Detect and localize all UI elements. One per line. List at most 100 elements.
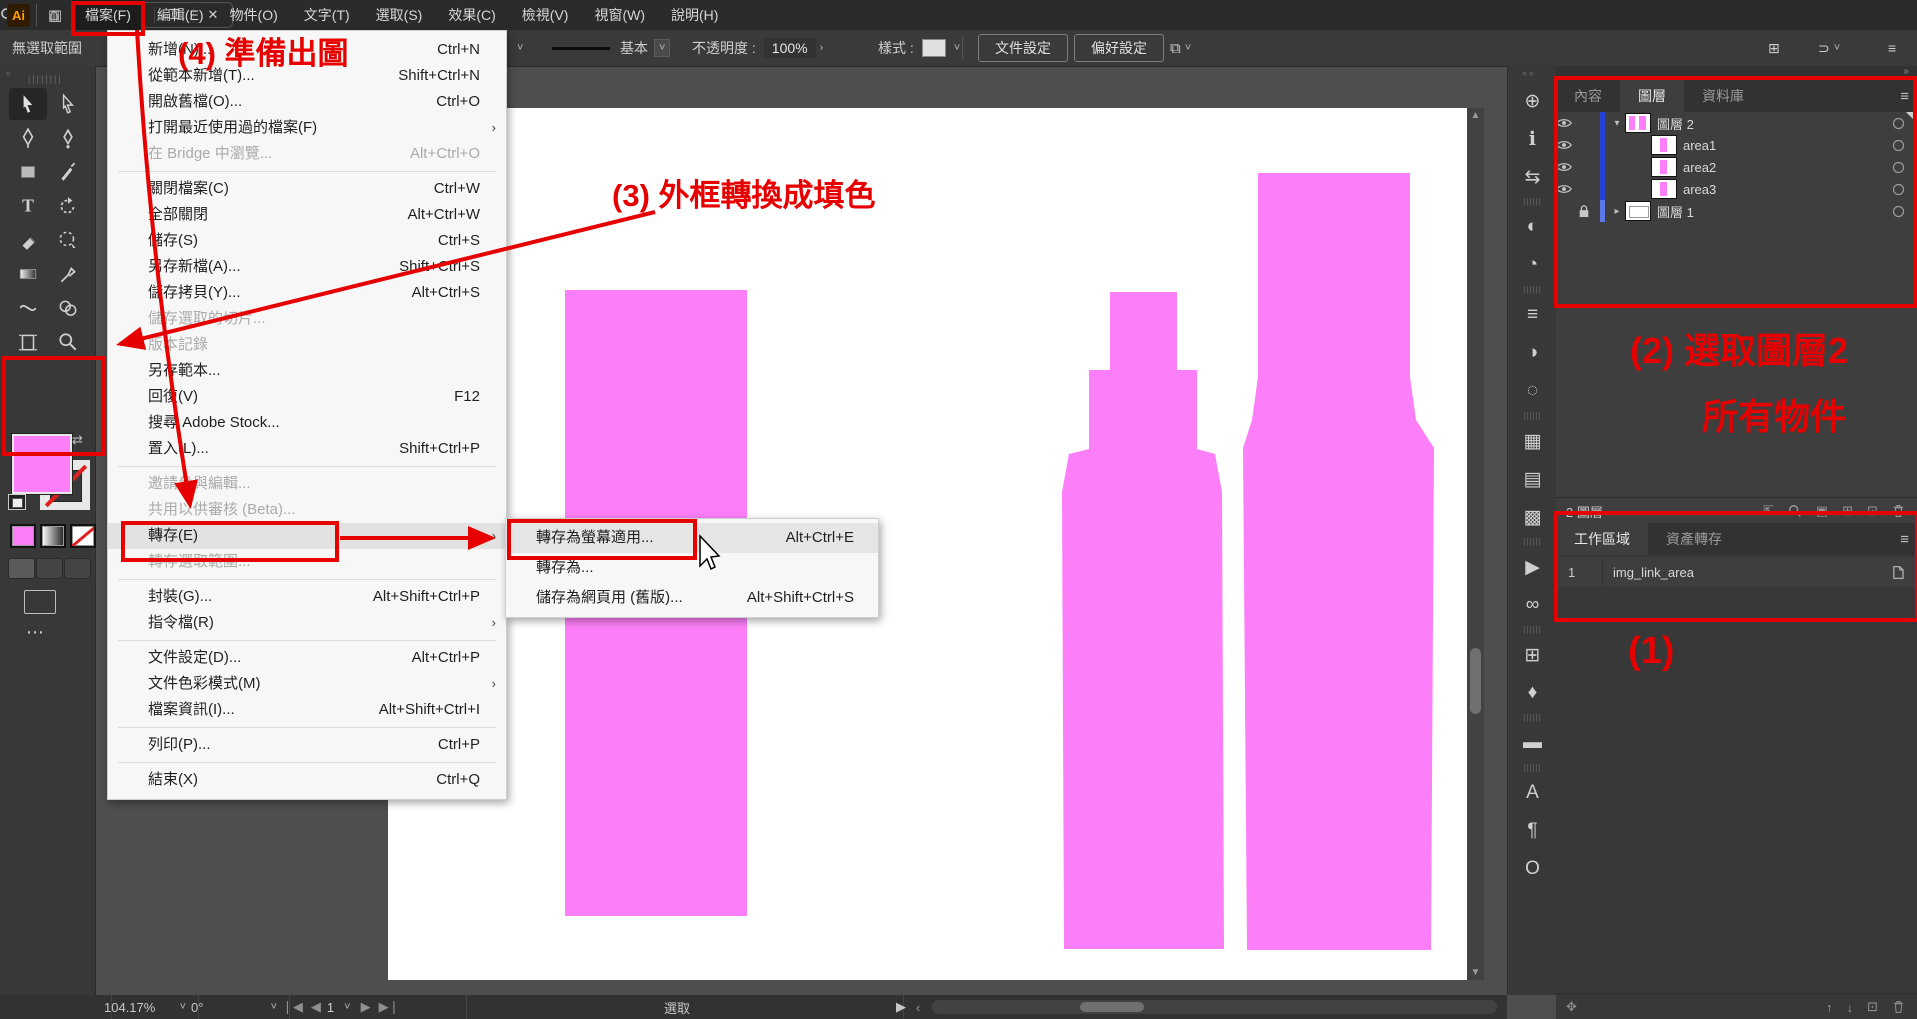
- preferences-button[interactable]: 偏好設定: [1074, 30, 1164, 66]
- delete-layer-icon[interactable]: [1892, 504, 1905, 518]
- artboard-name[interactable]: img_link_area: [1613, 565, 1694, 580]
- visibility-eye-icon[interactable]: [1556, 139, 1578, 151]
- file-menu-item-31[interactable]: 列印(P)...Ctrl+P: [108, 732, 506, 758]
- width-tool[interactable]: [9, 292, 47, 324]
- visibility-eye-icon[interactable]: [1556, 117, 1578, 129]
- layer-name[interactable]: 圖層 1: [1657, 202, 1694, 221]
- file-menu-item-11[interactable]: 儲存拷貝(Y)...Alt+Ctrl+S: [108, 280, 506, 306]
- rotate-tool[interactable]: [49, 190, 87, 222]
- collect-for-export-icon[interactable]: ⇱: [1763, 503, 1774, 519]
- file-menu-item-3[interactable]: 開啟舊檔(O)...Ctrl+O: [108, 89, 506, 115]
- paragraph-icon[interactable]: ¶: [1508, 812, 1557, 850]
- paintbrush-tool[interactable]: [49, 156, 87, 188]
- links-icon[interactable]: ∞: [1508, 586, 1557, 624]
- tab-工作區域[interactable]: 工作區域: [1556, 523, 1648, 555]
- file-menu-item-7[interactable]: 關閉檔案(C)Ctrl+W: [108, 176, 506, 202]
- layer-name[interactable]: area2: [1683, 160, 1716, 175]
- next-artboard-icon[interactable]: ▶: [361, 999, 371, 1015]
- appearance-icon[interactable]: ◌: [1508, 372, 1557, 410]
- file-menu-item-28[interactable]: 文件色彩模式(M)›: [108, 671, 506, 697]
- stroke-style-control[interactable]: 基本 ˅: [552, 30, 670, 66]
- locate-object-icon[interactable]: [1788, 504, 1802, 518]
- file-menu-item-4[interactable]: 打開最近使用過的檔案(F)›: [108, 115, 506, 141]
- menubar-item-4[interactable]: 文字(T): [291, 0, 363, 30]
- pathfinder-icon[interactable]: ▩: [1508, 498, 1557, 536]
- workspace-switcher-icon[interactable]: ⊃˅: [1818, 30, 1844, 66]
- tab-內容[interactable]: 內容: [1556, 80, 1620, 112]
- eyedropper-tool[interactable]: [49, 258, 87, 290]
- vertical-scrollbar[interactable]: ▲ ▼: [1467, 108, 1484, 980]
- move-down-icon[interactable]: ↓: [1847, 1000, 1854, 1015]
- edit-toolbar-icon[interactable]: ⋯: [26, 622, 46, 643]
- chevron-right-icon[interactable]: ›: [816, 42, 828, 54]
- artboard-page-icon[interactable]: [1891, 565, 1905, 580]
- visibility-eye-icon[interactable]: [1556, 161, 1578, 173]
- file-menu-item-8[interactable]: 全部關閉Alt+Ctrl+W: [108, 202, 506, 228]
- default-colors-icon[interactable]: [8, 494, 26, 510]
- file-menu-item-21[interactable]: 轉存(E)›: [108, 523, 506, 549]
- file-menu-item-14[interactable]: 另存範本...: [108, 358, 506, 384]
- vertical-scroll-thumb[interactable]: [1470, 648, 1481, 714]
- file-menu-item-29[interactable]: 檔案資訊(I)...Alt+Shift+Ctrl+I: [108, 697, 506, 723]
- make-clipping-mask-icon[interactable]: ▣: [1816, 503, 1828, 519]
- tab-資產轉存[interactable]: 資產轉存: [1648, 523, 1740, 555]
- menubar-item-5[interactable]: 選取(S): [363, 0, 436, 30]
- hidden-dropdown-chevron[interactable]: ˅: [513, 30, 527, 66]
- style-swatch[interactable]: [922, 39, 946, 57]
- file-menu-item-17[interactable]: 置入(L)...Shift+Ctrl+P: [108, 436, 506, 462]
- pen-tool[interactable]: [9, 122, 47, 154]
- color-mode-swatch[interactable]: [10, 524, 36, 548]
- export-submenu-item-3[interactable]: 儲存為網頁用 (舊版)...Alt+Shift+Ctrl+S: [506, 583, 878, 613]
- stroke-icon[interactable]: ≡: [1508, 296, 1557, 334]
- artboard-number[interactable]: 1: [327, 1000, 334, 1015]
- swap-fill-stroke-icon[interactable]: ⇄: [72, 432, 83, 448]
- horizontal-scrollbar[interactable]: [932, 1000, 1497, 1014]
- delete-artboard-icon[interactable]: [1892, 1000, 1905, 1014]
- snap-grid-icon[interactable]: ⊞: [1768, 30, 1780, 66]
- chevron-down-icon[interactable]: ▾: [1609, 118, 1625, 129]
- zoom-tool[interactable]: [49, 326, 87, 358]
- artboard-frame-icon[interactable]: ▦: [1508, 422, 1557, 460]
- curvature-tool[interactable]: [49, 122, 87, 154]
- new-layer-icon[interactable]: ⊡: [1867, 503, 1878, 519]
- rearrange-artboards-icon[interactable]: ✥: [1566, 999, 1577, 1015]
- menubar-item-3[interactable]: 物件(O): [217, 0, 291, 30]
- artboard-tool[interactable]: [9, 326, 47, 358]
- menubar-item-7[interactable]: 檢視(V): [509, 0, 582, 30]
- home-icon[interactable]: ⌂: [42, 3, 66, 27]
- scroll-up-icon[interactable]: ▲: [1467, 110, 1484, 121]
- gradient-tool[interactable]: [9, 258, 47, 290]
- draw-normal-button[interactable]: [8, 558, 35, 579]
- menubar-item-6[interactable]: 效果(C): [435, 0, 508, 30]
- move-up-icon[interactable]: ↑: [1826, 1000, 1833, 1015]
- style-control[interactable]: 樣式 : ˅: [878, 30, 964, 66]
- properties-more-icon[interactable]: ⧉˅: [1170, 30, 1195, 66]
- panel-menu-icon[interactable]: ≡: [1888, 30, 1896, 66]
- scroll-down-icon[interactable]: ▼: [1467, 967, 1484, 978]
- chevron-down-icon[interactable]: ˅: [654, 39, 670, 57]
- asset-export-icon[interactable]: ♦: [1508, 674, 1557, 712]
- navigator-icon[interactable]: ⊕: [1508, 82, 1557, 120]
- last-artboard-icon[interactable]: ▶❘: [379, 999, 400, 1015]
- file-menu-item-27[interactable]: 文件設定(D)...Alt+Ctrl+P: [108, 645, 506, 671]
- draw-behind-button[interactable]: [36, 558, 63, 579]
- shape-builder-tool[interactable]: [49, 292, 87, 324]
- direct-selection-tool[interactable]: [49, 88, 87, 120]
- target-circle-icon[interactable]: [1892, 205, 1905, 218]
- opacity-value[interactable]: 100%: [764, 38, 816, 58]
- change-screen-mode-icon[interactable]: [24, 590, 56, 614]
- color-icon[interactable]: ◐: [1508, 208, 1557, 246]
- selection-tool[interactable]: [9, 88, 47, 120]
- info-icon[interactable]: ℹ: [1508, 120, 1557, 158]
- none-mode-swatch[interactable]: [70, 524, 96, 548]
- file-menu-item-10[interactable]: 另存新檔(A)...Shift+Ctrl+S: [108, 254, 506, 280]
- tab-圖層[interactable]: 圖層: [1620, 80, 1684, 112]
- eraser-tool[interactable]: [9, 224, 47, 256]
- layer-row-area1[interactable]: area1: [1556, 134, 1917, 157]
- rectangle-tool[interactable]: [9, 156, 47, 188]
- file-menu-item-9[interactable]: 儲存(S)Ctrl+S: [108, 228, 506, 254]
- chevron-right-icon[interactable]: ▸: [1609, 206, 1625, 217]
- gradient-mode-swatch[interactable]: [40, 524, 66, 548]
- export-submenu-item-2[interactable]: 轉存為...: [506, 553, 878, 583]
- lasso-tool[interactable]: [49, 224, 87, 256]
